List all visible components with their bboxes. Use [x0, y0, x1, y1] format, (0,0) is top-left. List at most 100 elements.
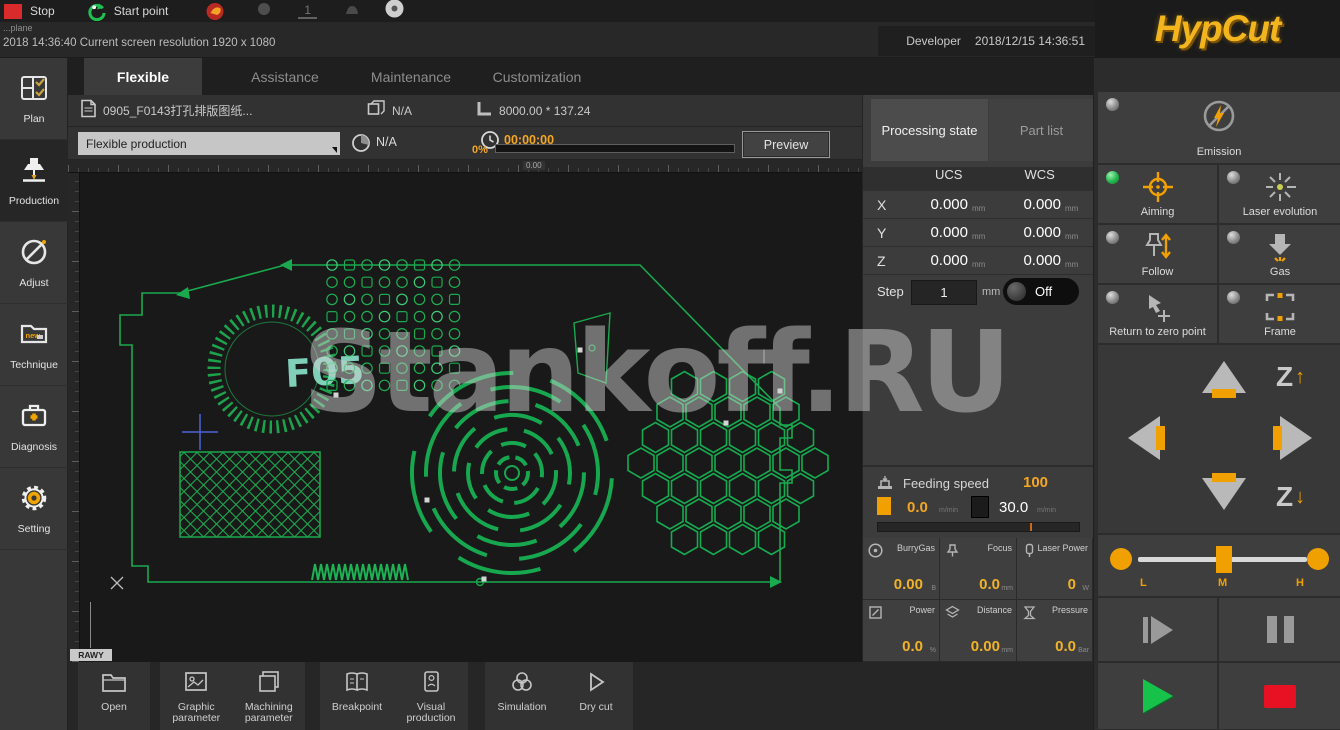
sidebar: Plan Production Adjust new Technique Dia…: [0, 58, 68, 730]
open-button[interactable]: Open: [78, 662, 150, 730]
jog-down-button[interactable]: [1202, 478, 1246, 510]
file-name: 0905_F0143打孔排版图纸...: [103, 102, 333, 119]
main-tabs: Flexible Assistance Maintenance Customiz…: [68, 58, 1093, 95]
status-line1: ...plane: [3, 23, 33, 33]
slider-high-dot[interactable]: [1307, 548, 1329, 570]
starburst-icon: [1219, 170, 1340, 204]
follow-button[interactable]: Follow: [1098, 225, 1217, 283]
sidebar-item-plan[interactable]: Plan: [0, 58, 68, 140]
aiming-button[interactable]: Aiming: [1098, 165, 1217, 223]
tab-flexible[interactable]: Flexible: [84, 58, 202, 95]
sheet-dimensions: 8000.00 * 137.24: [499, 104, 590, 118]
hypcut-app: Stop Start point 1 Demo mode ...plane 20…: [0, 0, 1340, 730]
arrow-up-icon: ↑: [1295, 367, 1305, 387]
stop-machine-button[interactable]: [1219, 663, 1340, 729]
dry-cut-button[interactable]: Dry cut: [559, 662, 633, 730]
pause-button[interactable]: [1219, 598, 1340, 661]
tab-processing-state[interactable]: Processing state: [871, 99, 988, 161]
toggle-knob: [1007, 282, 1026, 301]
slider-handle[interactable]: [1216, 546, 1232, 573]
sidebar-item-production[interactable]: Production: [0, 140, 68, 222]
sidebar-item-technique[interactable]: new Technique: [0, 304, 68, 386]
feeding-slider[interactable]: [877, 522, 1080, 532]
frame-button[interactable]: Frame: [1219, 285, 1340, 343]
gear-icon: [19, 483, 49, 518]
tab-maintenance[interactable]: Maintenance: [352, 58, 470, 95]
slider-label-low: L: [1140, 577, 1147, 589]
start-point-icon[interactable]: [87, 2, 106, 21]
play-outline-icon: [583, 670, 609, 699]
preview-button[interactable]: Preview: [742, 131, 830, 158]
tile-power: Power 0.0 %: [863, 600, 939, 661]
flame-icon[interactable]: [204, 1, 226, 21]
bottom-toolbar: Open Graphic parameter Machining paramet…: [68, 662, 1093, 730]
step-label: Step: [877, 284, 904, 299]
breakpoint-button[interactable]: Breakpoint: [320, 662, 394, 730]
tool-icon-2[interactable]: 1: [298, 3, 317, 19]
jog-speed-slider: L M H: [1098, 535, 1340, 596]
power-icon: [868, 605, 883, 625]
tile-pressure: Pressure 0.0 Bar: [1017, 600, 1092, 661]
feeding-speed-block: Feeding speed 100 0.0 m/min 30.0 m/min: [863, 465, 1094, 538]
stop-button[interactable]: Stop: [30, 4, 55, 18]
slider-low-dot[interactable]: [1110, 548, 1132, 570]
tool-icon-3[interactable]: [343, 1, 361, 22]
cad-canvas[interactable]: 0.00 F05 RAWY: [68, 160, 862, 662]
return-zero-button[interactable]: Return to zero point: [1098, 285, 1217, 343]
book-icon: [344, 670, 370, 699]
jog-right-button[interactable]: [1280, 416, 1312, 460]
control-column: Emission Aiming Laser evolution Follow: [1093, 58, 1340, 730]
graphic-parameter-button[interactable]: Graphic parameter: [160, 662, 233, 730]
sidebar-item-setting[interactable]: Setting: [0, 468, 68, 550]
play-icon: [1143, 679, 1173, 713]
production-mode-select[interactable]: Flexible production: [78, 132, 340, 155]
feeding-label: Feeding speed: [903, 476, 989, 491]
plan-icon: [19, 73, 49, 108]
ratio-pie-icon: [352, 134, 370, 157]
coord-row-z: Z 0.000 mm 0.000 mm: [863, 247, 1094, 275]
visual-production-button[interactable]: Visual production: [394, 662, 468, 730]
z-down-button[interactable]: Z↓: [1276, 483, 1305, 511]
file-info-row: 0905_F0143打孔排版图纸... N/A 8000.00 * 137.24: [68, 95, 862, 127]
simulation-button[interactable]: Simulation: [485, 662, 559, 730]
stop-icon[interactable]: [4, 4, 22, 19]
jog-up-accent: [1212, 389, 1236, 398]
z-up-button[interactable]: Z↑: [1276, 363, 1305, 391]
laser-burst-button[interactable]: Laser evolution: [1219, 165, 1340, 223]
tool-icon-1[interactable]: [256, 1, 272, 22]
developer-label: Developer: [906, 34, 961, 48]
jog-left-accent: [1156, 426, 1165, 450]
tile-focus: Focus 0.0 mm: [940, 538, 1016, 599]
jog-down-accent: [1212, 473, 1236, 482]
tile-burrygas: BurryGas 0.00 B: [863, 538, 939, 599]
ratio-value: N/A: [376, 135, 397, 149]
step-run-button[interactable]: [1098, 598, 1217, 661]
start-button[interactable]: [1098, 663, 1217, 729]
gas-button[interactable]: Gas: [1219, 225, 1340, 283]
tool-icon-4[interactable]: [385, 0, 404, 23]
sidebar-item-diagnosis[interactable]: Diagnosis: [0, 386, 68, 468]
coord-row-y: Y 0.000 mm 0.000 mm: [863, 219, 1094, 247]
tab-assistance[interactable]: Assistance: [226, 58, 344, 95]
step-input[interactable]: 1: [911, 280, 977, 305]
diagnosis-icon: [19, 401, 49, 436]
wcs-header: WCS: [1024, 167, 1054, 191]
return-zero-icon: [1098, 290, 1217, 324]
machining-parameter-button[interactable]: Machining parameter: [233, 662, 306, 730]
distance-icon: [945, 605, 960, 625]
tab-customization[interactable]: Customization: [478, 58, 596, 95]
ucs-header: UCS: [935, 167, 962, 191]
feeding-actual: 0.0: [907, 499, 928, 516]
progress-bar: [495, 144, 735, 153]
feeding-icon: [875, 475, 895, 498]
jog-pad: Z↑ Z↓: [1098, 345, 1340, 533]
emission-button[interactable]: Emission: [1098, 92, 1340, 163]
tab-part-list[interactable]: Part list: [989, 99, 1094, 161]
origin-marker-line: [90, 602, 91, 648]
step-unit: mm: [982, 286, 1000, 298]
sidebar-item-adjust[interactable]: Adjust: [0, 222, 68, 304]
pause-icon: [1267, 616, 1294, 643]
start-point-button[interactable]: Start point: [114, 4, 169, 18]
technique-folder-icon: new: [19, 319, 49, 354]
step-toggle[interactable]: Off: [1003, 278, 1079, 305]
